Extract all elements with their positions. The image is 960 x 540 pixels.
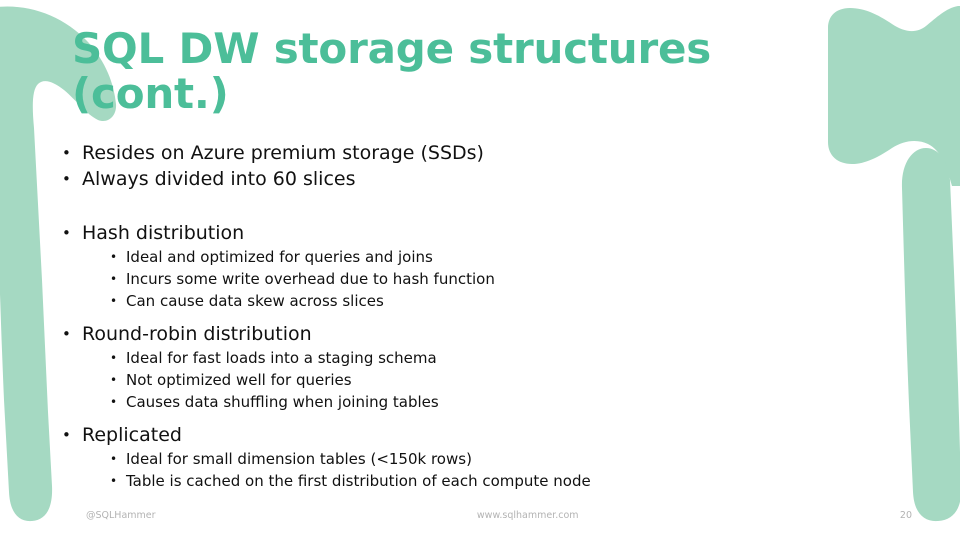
section-replicated: • Replicated • Ideal for small dimension… [62,422,882,492]
bullet-text: Resides on Azure premium storage (SSDs) [82,142,484,164]
slide-footer: @SQLHammer www.sqlhammer.com 20 [86,507,912,523]
sub-bullet-item: • Ideal for fast loads into a staging sc… [110,347,882,369]
section-round-robin-distribution: • Round-robin distribution • Ideal for f… [62,321,882,413]
bullet-item: • Always divided into 60 slices [62,166,882,192]
section-heading: • Replicated [62,422,882,448]
sub-bullet-text: Can cause data skew across slices [126,292,384,310]
section-heading-text: Round-robin distribution [82,323,312,345]
bullet-glyph-icon: • [62,325,71,343]
bullet-glyph-icon: • [110,474,118,488]
bullet-glyph-icon: • [110,272,118,286]
footer-page-number: 20 [899,509,912,521]
footer-website: www.sqlhammer.com [476,509,579,521]
sub-bullet-text: Incurs some write overhead due to hash f… [126,270,495,288]
sub-bullet-text: Table is cached on the first distributio… [126,472,591,490]
bullet-text: Always divided into 60 slices [82,168,356,190]
slide-title: SQL DW storage structures (cont.) [72,24,712,119]
bullet-glyph-icon: • [110,395,118,409]
sub-bullet-text: Ideal and optimized for queries and join… [126,248,433,266]
footer-handle: @SQLHammer [86,509,156,521]
sub-bullet-item: • Incurs some write overhead due to hash… [110,268,882,290]
sub-bullet-item: • Not optimized well for queries [110,369,882,391]
bullet-glyph-icon: • [110,250,118,264]
sub-bullet-text: Causes data shuffling when joining table… [126,393,439,411]
sub-bullet-text: Ideal for fast loads into a staging sche… [126,349,437,367]
bullet-glyph-icon: • [110,294,118,308]
bullet-glyph-icon: • [110,351,118,365]
bullet-glyph-icon: • [62,426,71,444]
section-hash-distribution: • Hash distribution • Ideal and optimize… [62,220,882,312]
bullet-glyph-icon: • [62,224,71,242]
section-heading-text: Hash distribution [82,222,245,244]
bullet-glyph-icon: • [110,452,118,466]
intro-bullet-list: • Resides on Azure premium storage (SSDs… [62,140,882,192]
bullet-glyph-icon: • [62,170,71,188]
section-heading: • Hash distribution [62,220,882,246]
sub-bullet-text: Not optimized well for queries [126,371,352,389]
sub-bullet-item: • Causes data shuffling when joining tab… [110,391,882,413]
sub-bullet-item: • Table is cached on the first distribut… [110,470,882,492]
sub-bullet-text: Ideal for small dimension tables (<150k … [126,450,472,468]
section-heading-text: Replicated [82,424,182,446]
sub-bullet-item: • Ideal and optimized for queries and jo… [110,246,882,268]
bullet-glyph-icon: • [110,373,118,387]
sub-bullet-item: • Ideal for small dimension tables (<150… [110,448,882,470]
section-heading: • Round-robin distribution [62,321,882,347]
slide-canvas: SQL DW storage structures (cont.) • Resi… [0,0,960,540]
sub-bullet-item: • Can cause data skew across slices [110,290,882,312]
slide-body: • Resides on Azure premium storage (SSDs… [62,140,882,492]
bullet-glyph-icon: • [62,144,71,162]
bullet-item: • Resides on Azure premium storage (SSDs… [62,140,882,166]
